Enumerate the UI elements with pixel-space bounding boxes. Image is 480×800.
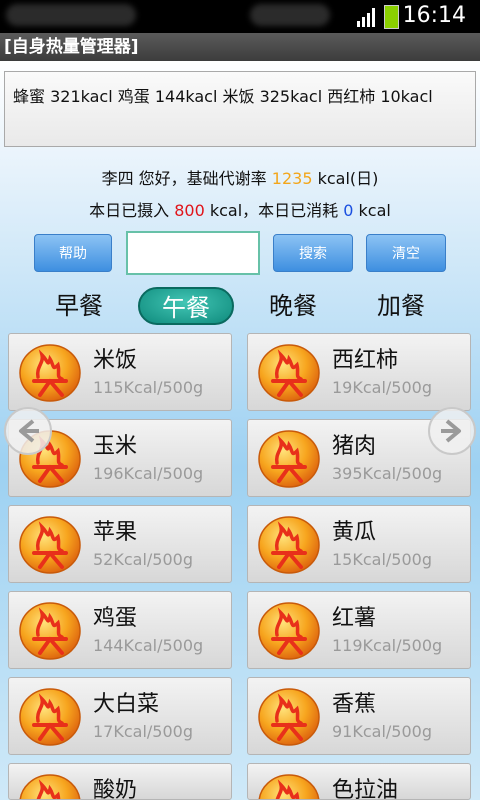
food-logo-icon	[257, 601, 321, 661]
meal-summary: 蜂蜜 321kacl 鸡蛋 144kacl 米饭 325kacl 西红柿 10k…	[4, 71, 476, 147]
food-logo-icon	[257, 773, 321, 800]
tab-lunch[interactable]: 午餐	[138, 287, 234, 325]
greeting: 李四 您好，基础代谢率 1235 kcal(日)	[0, 165, 480, 189]
food-card[interactable]: 红薯 119Kcal/500g	[247, 591, 471, 669]
food-card[interactable]: 黄瓜 15Kcal/500g	[247, 505, 471, 583]
intake-value: 800	[174, 201, 205, 220]
intake-prefix: 本日已摄入	[89, 201, 175, 220]
daily-intake: 本日已摄入 800 kcal，本日已消耗 0 kcal	[0, 197, 480, 221]
food-name: 猪肉	[332, 434, 377, 459]
notification-icons-2	[250, 4, 330, 26]
food-name: 大白菜	[93, 692, 160, 717]
food-kcal: 15Kcal/500g	[332, 550, 432, 569]
search-input[interactable]	[126, 231, 260, 275]
tab-breakfast[interactable]: 早餐	[44, 287, 114, 325]
signal-icon	[357, 8, 375, 27]
food-logo-icon	[18, 773, 82, 800]
food-name: 苹果	[93, 520, 138, 545]
food-name: 西红柿	[332, 348, 399, 373]
app-title: [自身热量管理器]	[0, 33, 480, 61]
food-name: 红薯	[332, 606, 377, 631]
food-card[interactable]: 西红柿 19Kcal/500g	[247, 333, 471, 411]
clear-button[interactable]: 清空	[366, 234, 446, 272]
next-arrow[interactable]	[428, 407, 476, 455]
status-bar: 16:14	[0, 0, 480, 33]
food-kcal: 115Kcal/500g	[93, 378, 204, 397]
food-name: 玉米	[93, 434, 138, 459]
main-content: 蜂蜜 321kacl 鸡蛋 144kacl 米饭 325kacl 西红柿 10k…	[0, 61, 480, 800]
food-name: 香蕉	[332, 692, 377, 717]
greeting-prefix: 李四 您好，基础代谢率	[101, 169, 272, 188]
food-kcal: 119Kcal/500g	[332, 636, 443, 655]
notification-icons	[6, 4, 136, 26]
battery-icon	[384, 5, 399, 29]
status-time: 16:14	[402, 3, 466, 28]
food-card[interactable]: 酸奶	[8, 763, 232, 800]
search-button[interactable]: 搜索	[273, 234, 353, 272]
food-logo-icon	[257, 343, 321, 403]
food-name: 米饭	[93, 348, 138, 373]
food-logo-icon	[18, 515, 82, 575]
food-kcal: 144Kcal/500g	[93, 636, 204, 655]
food-name: 鸡蛋	[93, 606, 138, 631]
food-kcal: 196Kcal/500g	[93, 464, 204, 483]
food-name: 酸奶	[93, 778, 138, 800]
food-card[interactable]: 色拉油	[247, 763, 471, 800]
food-logo-icon	[18, 343, 82, 403]
arrow-left-icon	[19, 419, 39, 443]
food-card[interactable]: 大白菜 17Kcal/500g	[8, 677, 232, 755]
food-logo-icon	[18, 601, 82, 661]
food-logo-icon	[18, 687, 82, 747]
food-kcal: 91Kcal/500g	[332, 722, 432, 741]
food-logo-icon	[257, 429, 321, 489]
food-card[interactable]: 米饭 115Kcal/500g	[8, 333, 232, 411]
burned-value: 0	[343, 201, 354, 220]
food-kcal: 52Kcal/500g	[93, 550, 193, 569]
food-logo-icon	[257, 515, 321, 575]
food-name: 色拉油	[332, 778, 399, 800]
food-name: 黄瓜	[332, 520, 377, 545]
food-kcal: 395Kcal/500g	[332, 464, 443, 483]
food-card[interactable]: 鸡蛋 144Kcal/500g	[8, 591, 232, 669]
arrow-right-icon	[441, 419, 461, 443]
prev-arrow[interactable]	[4, 407, 52, 455]
tab-dinner[interactable]: 晚餐	[258, 287, 328, 325]
greeting-suffix: kcal(日)	[312, 169, 379, 188]
tab-snack[interactable]: 加餐	[366, 287, 436, 325]
food-kcal: 17Kcal/500g	[93, 722, 193, 741]
help-button[interactable]: 帮助	[34, 234, 112, 272]
food-logo-icon	[257, 687, 321, 747]
food-kcal: 19Kcal/500g	[332, 378, 432, 397]
food-card[interactable]: 苹果 52Kcal/500g	[8, 505, 232, 583]
intake-middle: kcal，本日已消耗	[204, 201, 344, 220]
bmr-value: 1235	[271, 169, 313, 188]
food-card[interactable]: 香蕉 91Kcal/500g	[247, 677, 471, 755]
intake-suffix: kcal	[353, 201, 391, 220]
